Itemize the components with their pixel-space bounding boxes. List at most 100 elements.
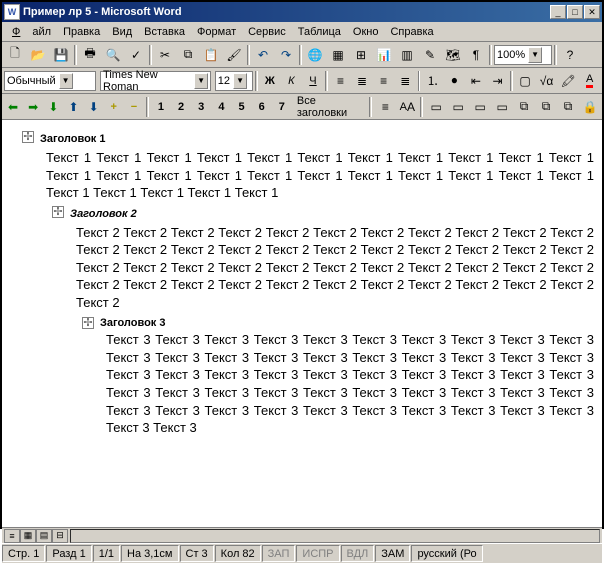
justify-icon[interactable]: ≣	[395, 70, 416, 92]
increase-indent-icon[interactable]: ⇥	[487, 70, 508, 92]
split-subdoc-icon[interactable]: ⧉	[558, 96, 578, 118]
remove-subdoc-icon[interactable]: ▭	[492, 96, 512, 118]
dropdown-icon[interactable]: ▼	[194, 73, 207, 89]
normal-view-icon[interactable]: ≡	[4, 529, 20, 543]
menu-view[interactable]: Вид	[106, 24, 138, 40]
menu-edit[interactable]: Правка	[57, 24, 106, 40]
doc-map-icon[interactable]: 🗺	[442, 44, 464, 66]
decrease-indent-icon[interactable]: ⇤	[466, 70, 487, 92]
minimize-button[interactable]: _	[550, 5, 566, 19]
dropdown-icon[interactable]: ▼	[528, 47, 542, 63]
level-all[interactable]: Все заголовки	[293, 97, 367, 117]
font-color-icon[interactable]: A	[579, 70, 600, 92]
formatting-icon[interactable]: AA	[397, 96, 417, 118]
demote-body-icon[interactable]: ⬇	[44, 97, 62, 117]
hyperlink-icon[interactable]: 🌐	[304, 44, 326, 66]
insert-subdoc-icon[interactable]: ⧉	[514, 96, 534, 118]
move-up-icon[interactable]: ⬆	[64, 97, 82, 117]
web-view-icon[interactable]: ▦	[20, 529, 36, 543]
outline-view-icon[interactable]: ⊟	[52, 529, 68, 543]
format-painter-icon[interactable]: 🖌	[223, 44, 245, 66]
redo-icon[interactable]: ↷	[275, 44, 297, 66]
demote-icon[interactable]: ➡	[24, 97, 42, 117]
show-hide-icon[interactable]: ¶	[465, 44, 487, 66]
dropdown-icon[interactable]: ▼	[233, 73, 247, 89]
copy-icon[interactable]: ⧉	[177, 44, 199, 66]
move-down-icon[interactable]: ⬇	[85, 97, 103, 117]
master-doc-icon[interactable]: ▭	[426, 96, 446, 118]
collapse-icon[interactable]: −	[125, 97, 143, 117]
paste-icon[interactable]: 📋	[200, 44, 222, 66]
status-trk[interactable]: ИСПР	[296, 545, 339, 562]
size-combo[interactable]: 12▼	[215, 71, 253, 91]
status-ext[interactable]: ВДЛ	[341, 545, 375, 562]
equation-icon[interactable]: √α	[536, 70, 557, 92]
numbered-list-icon[interactable]: ⒈	[422, 70, 443, 92]
maximize-button[interactable]: □	[567, 5, 583, 19]
drawing-icon[interactable]: ✎	[419, 44, 441, 66]
tables-borders-icon[interactable]: ▦	[327, 44, 349, 66]
italic-icon[interactable]: К	[281, 70, 302, 92]
align-right-icon[interactable]: ≡	[373, 70, 394, 92]
zoom-combo[interactable]: 100%▼	[494, 45, 552, 65]
status-rec[interactable]: ЗАП	[262, 545, 296, 562]
expand-marker-icon[interactable]: ✢	[82, 317, 94, 329]
heading-3[interactable]: ✢Заголовок 3	[82, 313, 594, 329]
subdoc-icon[interactable]: ▭	[448, 96, 468, 118]
create-subdoc-icon[interactable]: ▭	[470, 96, 490, 118]
highlight-icon[interactable]: 🖍	[558, 70, 579, 92]
status-ovr[interactable]: ЗАМ	[375, 545, 410, 562]
expand-marker-icon[interactable]: ✢	[22, 131, 34, 143]
style-combo[interactable]: Обычный▼	[4, 71, 96, 91]
menu-file[interactable]: Файл	[6, 24, 57, 40]
body-text-3[interactable]: Текст 3 Текст 3 Текст 3 Текст 3 Текст 3 …	[106, 331, 594, 436]
document-area[interactable]: ✢Заголовок 1 Текст 1 Текст 1 Текст 1 Тек…	[2, 120, 602, 527]
expand-icon[interactable]: +	[105, 97, 123, 117]
undo-icon[interactable]: ↶	[252, 44, 274, 66]
close-button[interactable]: ✕	[584, 5, 600, 19]
heading-2[interactable]: ✢Заголовок 2	[52, 204, 594, 222]
menu-table[interactable]: Таблица	[292, 24, 347, 40]
bold-icon[interactable]: Ж	[260, 70, 281, 92]
level-3[interactable]: 3	[192, 97, 210, 117]
level-7[interactable]: 7	[273, 97, 291, 117]
new-doc-icon[interactable]: 🗋	[4, 44, 26, 66]
dropdown-icon[interactable]: ▼	[59, 73, 73, 89]
cut-icon[interactable]: ✂	[154, 44, 176, 66]
print-preview-icon[interactable]: 🔍	[102, 44, 124, 66]
save-icon[interactable]: 💾	[50, 44, 72, 66]
print-view-icon[interactable]: ▤	[36, 529, 52, 543]
menu-format[interactable]: Формат	[191, 24, 242, 40]
borders-icon[interactable]: ▢	[515, 70, 536, 92]
horizontal-scrollbar[interactable]	[70, 529, 600, 543]
first-line-icon[interactable]: ≡	[375, 96, 395, 118]
insert-table-icon[interactable]: ⊞	[350, 44, 372, 66]
open-icon[interactable]: 📂	[27, 44, 49, 66]
excel-icon[interactable]: 📊	[373, 44, 395, 66]
menu-insert[interactable]: Вставка	[138, 24, 191, 40]
help-icon[interactable]: ?	[559, 44, 581, 66]
lock-subdoc-icon[interactable]: 🔒	[580, 96, 600, 118]
expand-marker-icon[interactable]: ✢	[52, 206, 64, 218]
merge-subdoc-icon[interactable]: ⧉	[536, 96, 556, 118]
promote-icon[interactable]: ⬅	[4, 97, 22, 117]
align-center-icon[interactable]: ≣	[352, 70, 373, 92]
level-4[interactable]: 4	[212, 97, 230, 117]
level-2[interactable]: 2	[172, 97, 190, 117]
bullet-list-icon[interactable]: ⦁	[444, 70, 465, 92]
level-5[interactable]: 5	[232, 97, 250, 117]
heading-1[interactable]: ✢Заголовок 1	[22, 126, 594, 147]
columns-icon[interactable]: ▥	[396, 44, 418, 66]
menu-window[interactable]: Окно	[347, 24, 385, 40]
menu-tools[interactable]: Сервис	[242, 24, 292, 40]
font-combo[interactable]: Times New Roman▼	[100, 71, 211, 91]
print-icon[interactable]: 🖶	[79, 44, 101, 66]
underline-icon[interactable]: Ч	[303, 70, 324, 92]
body-text-1[interactable]: Текст 1 Текст 1 Текст 1 Текст 1 Текст 1 …	[46, 149, 594, 202]
level-1[interactable]: 1	[152, 97, 170, 117]
status-lang[interactable]: русский (Ро	[411, 545, 482, 562]
body-text-2[interactable]: Текст 2 Текст 2 Текст 2 Текст 2 Текст 2 …	[76, 224, 594, 312]
menu-help[interactable]: Справка	[384, 24, 439, 40]
level-6[interactable]: 6	[253, 97, 271, 117]
align-left-icon[interactable]: ≡	[330, 70, 351, 92]
